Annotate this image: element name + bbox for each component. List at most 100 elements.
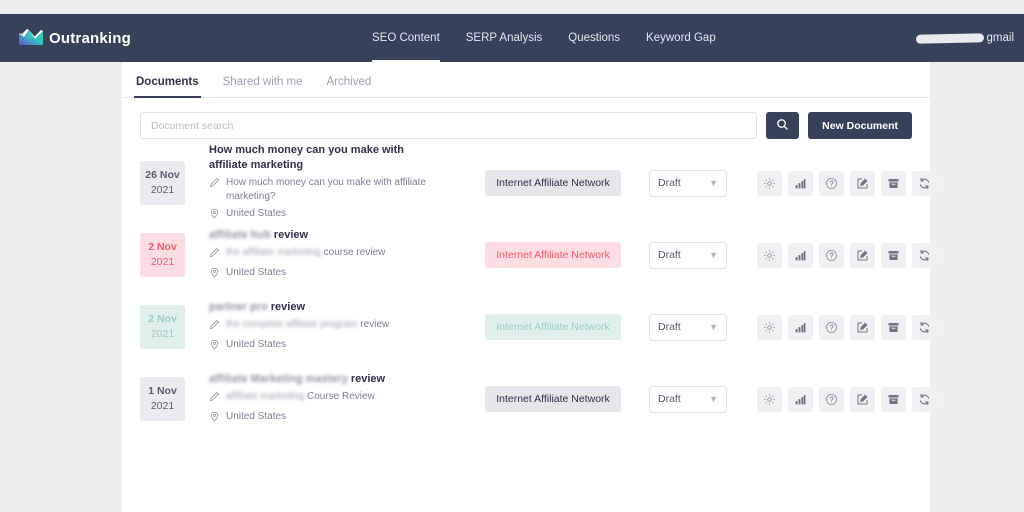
date-year: 2021: [150, 328, 175, 340]
question-circle-icon[interactable]: [819, 170, 844, 196]
status-badge[interactable]: Internet Affiliate Network: [485, 242, 621, 268]
edit-square-icon[interactable]: [850, 242, 875, 268]
edit-square-icon[interactable]: [850, 386, 875, 412]
pencil-icon: [209, 247, 220, 263]
gear-icon[interactable]: [757, 242, 782, 268]
chevron-down-icon: ▼: [709, 178, 718, 188]
table-row[interactable]: 1 Nov 2021 affiliate Marketing mastery r…: [140, 363, 937, 435]
document-title[interactable]: partner pro review: [209, 300, 439, 315]
chevron-down-icon: ▼: [709, 322, 718, 332]
document-title-visible: review: [270, 300, 305, 313]
nav-link-keyword-gap[interactable]: Keyword Gap: [646, 14, 716, 62]
archive-box-icon[interactable]: [881, 314, 906, 340]
status-badge[interactable]: Internet Affiliate Network: [485, 314, 621, 340]
pencil-icon: [209, 319, 220, 335]
document-subtitle-visible: Course Review: [306, 390, 375, 402]
location-pin-icon: [209, 339, 220, 355]
row-actions: [757, 242, 937, 268]
archive-box-icon[interactable]: [881, 386, 906, 412]
date-badge: 2 Nov 2021: [140, 305, 185, 349]
edit-square-icon[interactable]: [850, 170, 875, 196]
document-title[interactable]: affiliate hub review: [209, 228, 439, 243]
bar-chart-icon[interactable]: [788, 386, 813, 412]
date-year: 2021: [150, 256, 175, 268]
location-pin-icon: [209, 267, 220, 283]
tab-documents[interactable]: Documents: [134, 76, 201, 98]
location-pin-icon: [209, 411, 220, 427]
status-select[interactable]: Draft ▼: [649, 169, 727, 197]
bar-chart-icon[interactable]: [788, 170, 813, 196]
pencil-icon: [209, 177, 220, 193]
top-navigation-bar: Outranking SEO Content SERP Analysis Que…: [0, 14, 1024, 62]
document-title-redacted: affiliate Marketing mastery: [209, 372, 348, 385]
question-circle-icon[interactable]: [819, 386, 844, 412]
status-select[interactable]: Draft ▼: [649, 313, 727, 341]
refresh-icon[interactable]: [912, 170, 937, 196]
archive-box-icon[interactable]: [881, 242, 906, 268]
document-subtitle-visible: course review: [323, 246, 386, 258]
document-title[interactable]: affiliate Marketing mastery review: [209, 372, 439, 387]
date-month: Nov: [156, 313, 177, 325]
status-select-value: Draft: [658, 321, 681, 333]
row-actions: [757, 170, 937, 196]
document-subtitle-row: the complete affiliate program review: [209, 318, 471, 335]
status-select-value: Draft: [658, 249, 681, 261]
table-row[interactable]: 2 Nov 2021 affiliate hub review the affi…: [140, 219, 937, 291]
document-location: United States: [226, 266, 287, 278]
refresh-icon[interactable]: [912, 242, 937, 268]
question-circle-icon[interactable]: [819, 242, 844, 268]
gear-icon[interactable]: [757, 314, 782, 340]
document-subtitle-row: the affiliate marketing course review: [209, 246, 471, 263]
refresh-icon[interactable]: [912, 386, 937, 412]
document-title-redacted: affiliate hub: [209, 228, 271, 241]
document-location: United States: [226, 207, 287, 219]
document-location-row: United States: [209, 207, 471, 224]
gear-icon[interactable]: [757, 170, 782, 196]
status-badge[interactable]: Internet Affiliate Network: [485, 386, 621, 412]
refresh-icon[interactable]: [912, 314, 937, 340]
status-select[interactable]: Draft ▼: [649, 385, 727, 413]
nav-link-questions[interactable]: Questions: [568, 14, 620, 62]
search-input[interactable]: [151, 119, 747, 132]
date-month: Nov: [156, 385, 177, 397]
status-select[interactable]: Draft ▼: [649, 241, 727, 269]
row-actions: [757, 314, 937, 340]
search-field-wrapper[interactable]: [140, 112, 758, 139]
document-subtitle-row: affiliate marketing Course Review: [209, 390, 471, 407]
account-menu[interactable]: gmail: [915, 14, 1014, 62]
document-info: partner pro review the complete affiliat…: [209, 300, 471, 355]
date-badge: 1 Nov 2021: [140, 377, 185, 421]
row-actions: [757, 386, 937, 412]
nav-link-serp-analysis[interactable]: SERP Analysis: [466, 14, 543, 62]
document-subtitle-row: How much money can you make with affilia…: [209, 176, 471, 204]
document-subtitle-redacted: the affiliate marketing: [226, 246, 321, 258]
documents-list: 26 Nov 2021 How much money can you make …: [122, 139, 937, 435]
tab-shared-with-me[interactable]: Shared with me: [223, 76, 303, 97]
search-toolbar: New Document: [122, 98, 930, 139]
document-title[interactable]: How much money can you make with affilia…: [209, 143, 439, 173]
bar-chart-icon[interactable]: [788, 242, 813, 268]
search-button[interactable]: [766, 112, 800, 139]
status-select-value: Draft: [658, 393, 681, 405]
document-title-redacted: partner pro: [209, 300, 268, 313]
nav-link-seo-content[interactable]: SEO Content: [372, 14, 440, 62]
table-row[interactable]: 2 Nov 2021 partner pro review the comple…: [140, 291, 937, 363]
brand-logo[interactable]: Outranking: [18, 28, 131, 48]
date-badge: 2 Nov 2021: [140, 233, 185, 277]
document-location: United States: [226, 338, 287, 350]
chevron-down-icon: ▼: [709, 250, 718, 260]
status-badge[interactable]: Internet Affiliate Network: [485, 170, 621, 196]
documents-tabs: Documents Shared with me Archived: [122, 62, 930, 98]
date-day: 26: [145, 169, 157, 181]
new-document-button[interactable]: New Document: [808, 112, 912, 139]
table-row[interactable]: 26 Nov 2021 How much money can you make …: [140, 144, 937, 219]
document-location-row: United States: [209, 338, 471, 355]
archive-box-icon[interactable]: [881, 170, 906, 196]
redacted-email: [915, 32, 984, 44]
question-circle-icon[interactable]: [819, 314, 844, 340]
edit-square-icon[interactable]: [850, 314, 875, 340]
tab-archived[interactable]: Archived: [327, 76, 372, 97]
bar-chart-icon[interactable]: [788, 314, 813, 340]
date-year: 2021: [150, 184, 175, 196]
gear-icon[interactable]: [757, 386, 782, 412]
